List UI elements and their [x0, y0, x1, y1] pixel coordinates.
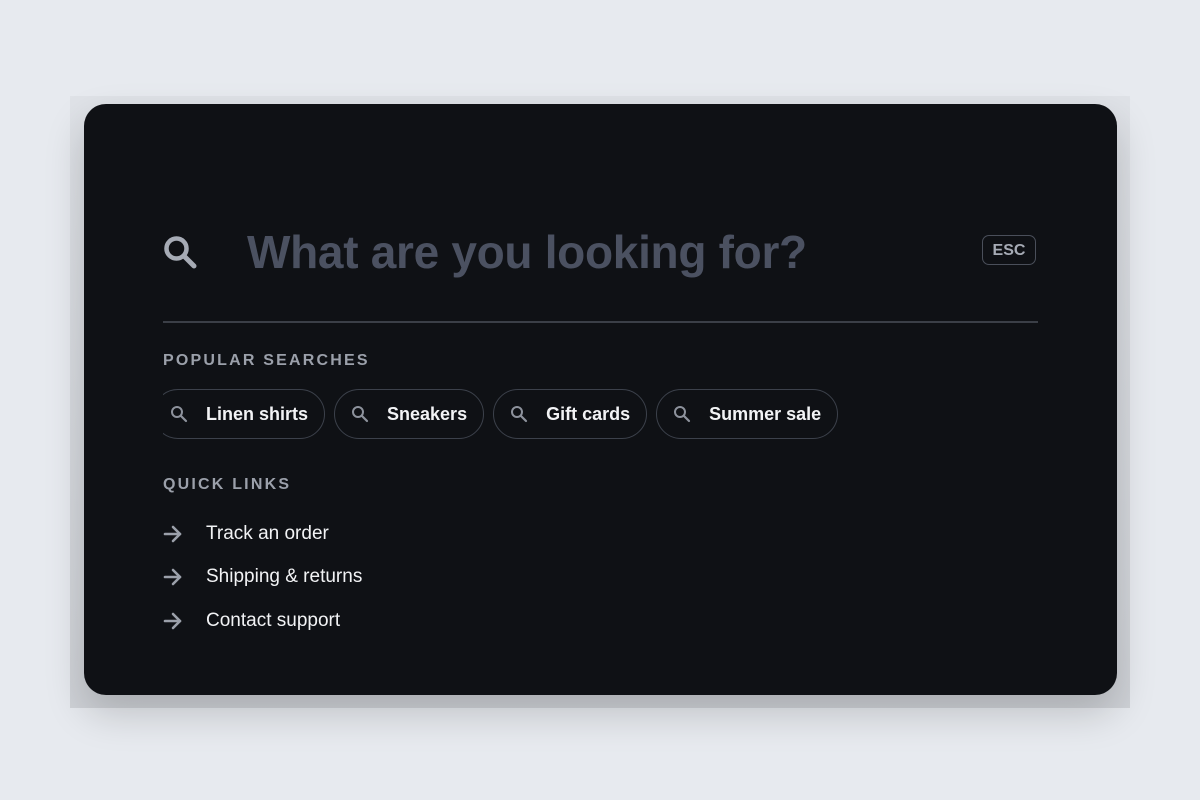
- esc-button[interactable]: ESC: [982, 235, 1036, 265]
- quick-link-label: Track an order: [206, 522, 329, 544]
- arrow-right-icon: [163, 612, 182, 630]
- quick-links-list: Track an order Shipping & returns Contac…: [163, 512, 362, 643]
- popular-searches-heading: POPULAR SEARCHES: [163, 352, 370, 369]
- search-icon: [164, 236, 197, 269]
- chip-label: Gift cards: [546, 403, 631, 424]
- quick-link-track-order[interactable]: Track an order: [163, 512, 362, 556]
- chip-label: Summer sale: [709, 403, 822, 424]
- quick-link-label: Contact support: [206, 609, 341, 631]
- popular-searches-list: Linen shirts Sneakers Gift cards Summer …: [163, 389, 1043, 441]
- search-row: ESC: [163, 222, 1038, 282]
- chip-summer-sale[interactable]: Summer sale: [656, 389, 839, 439]
- search-icon: [171, 406, 188, 423]
- chip-label: Linen shirts: [206, 403, 309, 424]
- chip-sneakers[interactable]: Sneakers: [334, 389, 485, 439]
- quick-links-heading: QUICK LINKS: [163, 476, 292, 493]
- quick-link-shipping-returns[interactable]: Shipping & returns: [163, 556, 362, 600]
- chip-label: Sneakers: [387, 403, 468, 424]
- chip-gift-cards[interactable]: Gift cards: [493, 389, 648, 439]
- arrow-right-icon: [163, 525, 182, 543]
- search-icon: [674, 406, 691, 423]
- quick-link-contact-support[interactable]: Contact support: [163, 599, 362, 643]
- search-panel: ESC POPULAR SEARCHES Linen shirts Sneake…: [84, 104, 1117, 695]
- search-icon: [352, 406, 369, 423]
- search-icon: [511, 406, 528, 423]
- arrow-right-icon: [163, 568, 182, 586]
- quick-link-label: Shipping & returns: [206, 566, 363, 588]
- search-input[interactable]: [247, 222, 947, 282]
- search-divider: [163, 321, 1038, 323]
- chip-linen-shirts[interactable]: Linen shirts: [163, 389, 326, 439]
